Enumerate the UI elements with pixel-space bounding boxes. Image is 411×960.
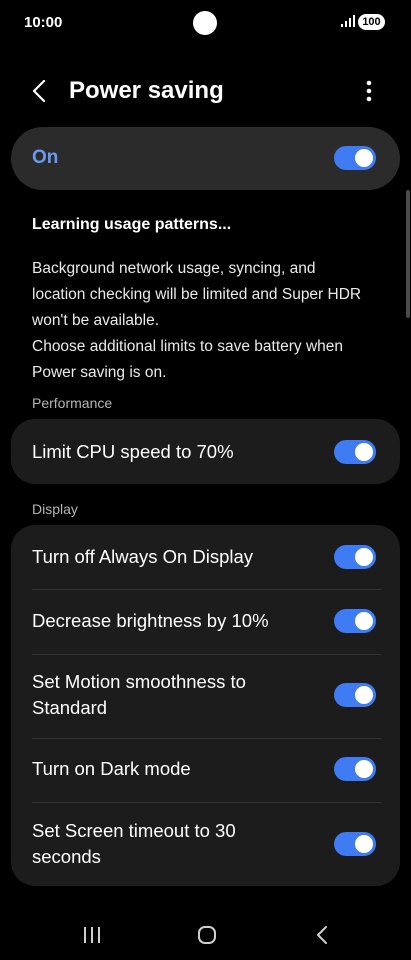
setting-label-line1: Set Screen timeout to 30 bbox=[32, 820, 236, 841]
recent-apps-icon bbox=[84, 927, 100, 943]
performance-card: Limit CPU speed to 70% bbox=[11, 419, 400, 484]
brightness-toggle[interactable] bbox=[334, 609, 376, 633]
description-line: won't be available. bbox=[32, 312, 160, 329]
back-nav-button[interactable] bbox=[302, 922, 342, 948]
section-label-display: Display bbox=[32, 501, 78, 517]
camera-cutout bbox=[193, 11, 217, 35]
description-line: Power saving is on. bbox=[32, 364, 167, 381]
more-options-icon bbox=[366, 80, 372, 102]
setting-row-dark-mode[interactable]: Turn on Dark mode bbox=[11, 739, 400, 802]
description-text: Background network usage, syncing, and l… bbox=[32, 256, 382, 386]
setting-label: Limit CPU speed to 70% bbox=[32, 441, 234, 462]
learning-heading: Learning usage patterns... bbox=[32, 216, 232, 233]
setting-label-line2: Standard bbox=[32, 697, 108, 718]
screen-timeout-toggle[interactable] bbox=[334, 832, 376, 856]
home-icon bbox=[198, 926, 216, 944]
status-bar: 10:00 100 bbox=[0, 0, 411, 46]
master-switch-label: On bbox=[32, 147, 59, 168]
setting-row-motion-smoothness[interactable]: Set Motion smoothness to Standard bbox=[11, 655, 400, 738]
back-button[interactable] bbox=[24, 76, 54, 106]
more-options-button[interactable] bbox=[356, 76, 382, 106]
section-label-performance: Performance bbox=[32, 395, 113, 411]
display-card: Turn off Always On Display Decrease brig… bbox=[11, 525, 400, 886]
battery-icon: 100 bbox=[358, 14, 385, 30]
battery-level: 100 bbox=[362, 16, 381, 28]
setting-row-brightness[interactable]: Decrease brightness by 10% bbox=[11, 590, 400, 654]
recent-apps-button[interactable] bbox=[72, 922, 112, 948]
motion-smoothness-toggle[interactable] bbox=[334, 683, 376, 707]
home-button[interactable] bbox=[187, 922, 227, 948]
setting-label: Turn on Dark mode bbox=[32, 758, 191, 779]
description-line: Background network usage, syncing, and bbox=[32, 260, 316, 277]
scrollbar-thumb[interactable] bbox=[406, 190, 410, 318]
setting-label: Decrease brightness by 10% bbox=[32, 610, 269, 631]
page-title: Power saving bbox=[69, 77, 224, 104]
setting-label-line1: Set Motion smoothness to bbox=[32, 671, 246, 692]
status-time: 10:00 bbox=[24, 14, 63, 31]
master-switch-toggle[interactable] bbox=[334, 146, 376, 170]
navigation-bar bbox=[0, 912, 411, 960]
always-on-display-toggle[interactable] bbox=[334, 545, 376, 569]
setting-row-screen-timeout[interactable]: Set Screen timeout to 30 seconds bbox=[11, 803, 400, 886]
setting-label: Turn off Always On Display bbox=[32, 546, 254, 567]
dark-mode-toggle[interactable] bbox=[334, 757, 376, 781]
back-arrow-icon bbox=[32, 80, 46, 102]
cpu-limit-toggle[interactable] bbox=[334, 440, 376, 464]
master-switch-card[interactable]: On bbox=[11, 127, 400, 190]
signal-icon bbox=[341, 15, 355, 27]
setting-label-line2: seconds bbox=[32, 846, 101, 867]
description-line: Choose additional limits to save battery… bbox=[32, 338, 344, 355]
description-line: location checking will be limited and Su… bbox=[32, 286, 362, 303]
setting-row-always-on-display[interactable]: Turn off Always On Display bbox=[11, 525, 400, 589]
app-header: Power saving bbox=[0, 64, 411, 118]
setting-row-cpu-limit[interactable]: Limit CPU speed to 70% bbox=[11, 419, 400, 484]
back-nav-icon bbox=[317, 926, 327, 944]
